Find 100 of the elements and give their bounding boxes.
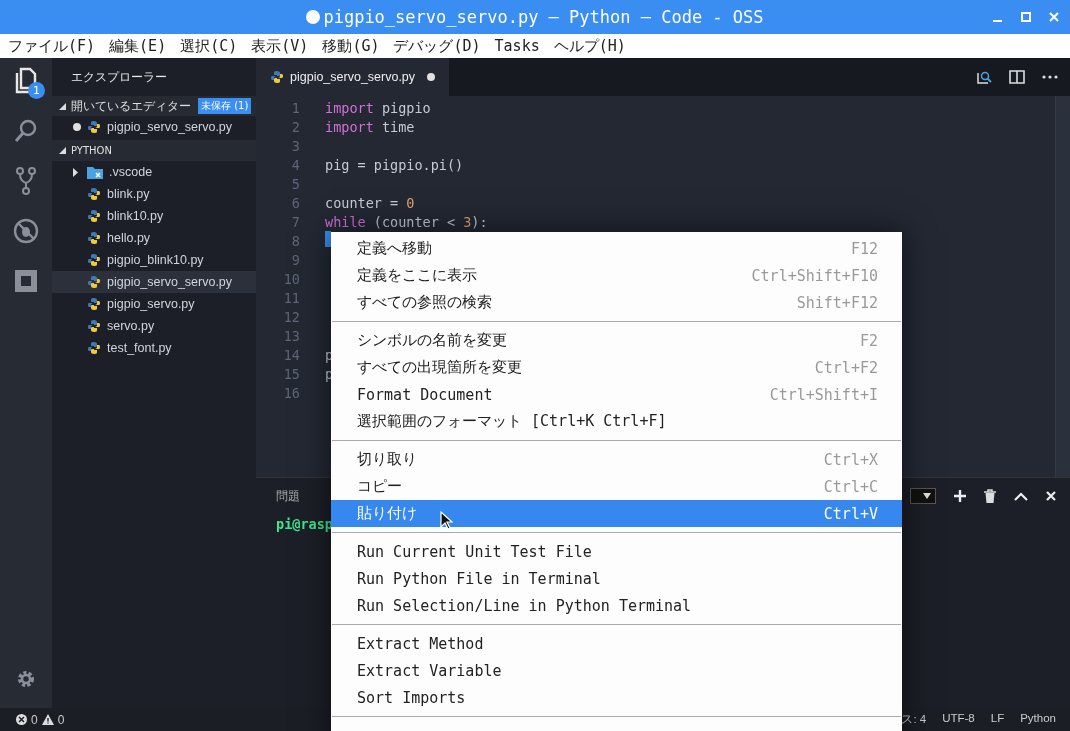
window-title: pigpio_servo_servo.py — Python — Code - OSS xyxy=(306,7,764,27)
open-preview-icon[interactable] xyxy=(976,69,992,85)
collapse-triangle-icon[interactable] xyxy=(59,102,66,110)
context-menu-item[interactable]: Run Selection/Line in Python Terminal xyxy=(331,592,902,619)
file-item[interactable]: test_font.py xyxy=(52,337,256,359)
selection-highlight xyxy=(325,231,331,247)
file-type-icon xyxy=(87,275,101,289)
debug-icon[interactable] xyxy=(13,218,39,244)
code-line: import time xyxy=(325,118,415,135)
warning-icon[interactable] xyxy=(41,714,54,725)
file-item[interactable]: blink10.py xyxy=(52,205,256,227)
caret-icon[interactable] xyxy=(923,493,931,499)
context-menu-item[interactable]: コピー Ctrl+C xyxy=(331,473,902,500)
file-item[interactable]: hello.py xyxy=(52,227,256,249)
trash-icon[interactable] xyxy=(984,489,996,503)
file-type-icon xyxy=(87,319,101,333)
split-editor-icon[interactable] xyxy=(1009,70,1025,84)
close-icon[interactable] xyxy=(1046,491,1056,501)
open-editor-item[interactable]: pigpio_servo_servo.py xyxy=(52,116,256,138)
context-menu-item[interactable]: 選択範囲のフォーマット [Ctrl+K Ctrl+F] xyxy=(331,408,902,435)
context-menu-item[interactable]: Format Document Ctrl+Shift+I xyxy=(331,381,902,408)
sidebar-title: エクスプローラー xyxy=(70,69,168,85)
file-type-icon xyxy=(87,209,101,223)
folder-item[interactable]: .vscode xyxy=(52,161,256,183)
search-icon[interactable] xyxy=(13,118,39,144)
file-item[interactable]: pigpio_servo_servo.py xyxy=(52,271,256,293)
file-type-icon xyxy=(87,231,101,245)
context-menu-item[interactable]: すべての出現箇所を変更 Ctrl+F2 xyxy=(331,354,902,381)
file-item[interactable]: pigpio_servo.py xyxy=(52,293,256,315)
line-number: 1 xyxy=(290,99,300,116)
section-header[interactable]: PYTHON xyxy=(52,140,256,161)
unsaved-dot-icon[interactable] xyxy=(427,73,436,81)
line-number: 10 xyxy=(282,270,300,287)
line-number: 6 xyxy=(290,194,300,211)
line-number: 3 xyxy=(290,137,300,154)
file-type-icon xyxy=(87,297,101,311)
collapse-triangle-icon[interactable] xyxy=(59,147,66,154)
menu-item[interactable]: デバッグ(D) xyxy=(393,36,481,56)
files-icon[interactable] xyxy=(13,67,39,95)
context-menu-item[interactable]: 貼り付け Ctrl+V xyxy=(331,500,902,527)
menu-item[interactable]: 表示(V) xyxy=(251,36,309,56)
context-menu-item[interactable]: Sort Imports xyxy=(331,684,902,711)
context-menu-item[interactable]: Extract Variable xyxy=(331,657,902,684)
status-item[interactable]: LF xyxy=(990,712,1005,727)
file-item[interactable]: servo.py xyxy=(52,315,256,337)
section-header[interactable]: 開いているエディター 未保存 (1) xyxy=(52,96,256,116)
folder-icon xyxy=(87,165,103,179)
context-menu-item[interactable]: すべての参照の検索 Shift+F12 xyxy=(331,289,902,316)
context-menu-item[interactable]: 切り取り Ctrl+X xyxy=(331,446,902,473)
line-number: 4 xyxy=(290,156,300,173)
menu-item[interactable]: ヘルプ(H) xyxy=(553,36,626,56)
warning-count[interactable]: 0 xyxy=(57,712,65,727)
panel-tab[interactable]: 問題 xyxy=(276,488,300,504)
menu-item[interactable]: 移動(G) xyxy=(322,36,380,56)
context-menu-item[interactable]: Run Python File in Terminal xyxy=(331,565,902,592)
line-number: 13 xyxy=(282,327,300,344)
context-menu-item[interactable]: 定義へ移動 F12 xyxy=(331,235,902,262)
maximize-icon[interactable] xyxy=(1020,11,1032,23)
status-item[interactable]: ス: 4 xyxy=(901,712,927,727)
editor-tab[interactable]: pigpio_servo_servo.py xyxy=(256,58,450,96)
menu-item[interactable]: ファイル(F) xyxy=(8,36,96,56)
context-menu-item[interactable]: 定義をここに表示 Ctrl+Shift+F10 xyxy=(331,262,902,289)
file-type-icon xyxy=(87,341,101,355)
context-menu-item[interactable]: Extract Method xyxy=(331,630,902,657)
scrollbar[interactable] xyxy=(1055,96,1070,477)
more-icon[interactable] xyxy=(1042,75,1058,79)
file-type-icon xyxy=(87,120,101,134)
line-number: 9 xyxy=(290,251,300,268)
file-item[interactable]: pigpio_blink10.py xyxy=(52,249,256,271)
code-line: pig = pigpio.pi() xyxy=(325,156,464,173)
file-type-icon xyxy=(87,253,101,267)
menu-item[interactable]: 編集(E) xyxy=(109,36,167,56)
source-control-icon[interactable] xyxy=(15,167,37,195)
file-type-icon xyxy=(270,70,284,84)
code-line: counter = 0 xyxy=(325,194,415,211)
file-item[interactable]: blink.py xyxy=(52,183,256,205)
code-line: while (counter < 3): xyxy=(325,213,488,230)
line-number: 2 xyxy=(290,118,300,135)
line-number: 5 xyxy=(290,175,300,192)
error-count[interactable]: 0 xyxy=(31,712,38,727)
context-menu-item[interactable]: シンボルの名前を変更 F2 xyxy=(331,327,902,354)
expand-triangle-icon[interactable] xyxy=(73,167,78,177)
terminal-prompt: pi@rasp xyxy=(276,516,333,532)
line-number: 12 xyxy=(282,308,300,325)
terminal-dropdown[interactable] xyxy=(910,488,936,504)
line-number: 14 xyxy=(282,346,300,363)
mouse-cursor-icon xyxy=(440,511,453,530)
menu-item[interactable]: 選択(C) xyxy=(180,36,238,56)
error-icon[interactable] xyxy=(16,714,27,725)
line-number: 16 xyxy=(282,384,300,401)
status-item[interactable]: Python xyxy=(1020,712,1056,727)
extensions-icon[interactable] xyxy=(14,269,38,293)
status-item[interactable]: UTF-8 xyxy=(942,712,975,727)
context-menu-item[interactable]: Run Current Unit Test File xyxy=(331,538,902,565)
chevron-up-icon[interactable] xyxy=(1014,491,1028,501)
settings-icon[interactable] xyxy=(16,669,36,689)
plus-icon[interactable] xyxy=(954,490,966,502)
notification-badge: 1 xyxy=(28,82,45,99)
line-number: 8 xyxy=(290,232,300,249)
menu-item[interactable]: Tasks xyxy=(494,37,540,55)
